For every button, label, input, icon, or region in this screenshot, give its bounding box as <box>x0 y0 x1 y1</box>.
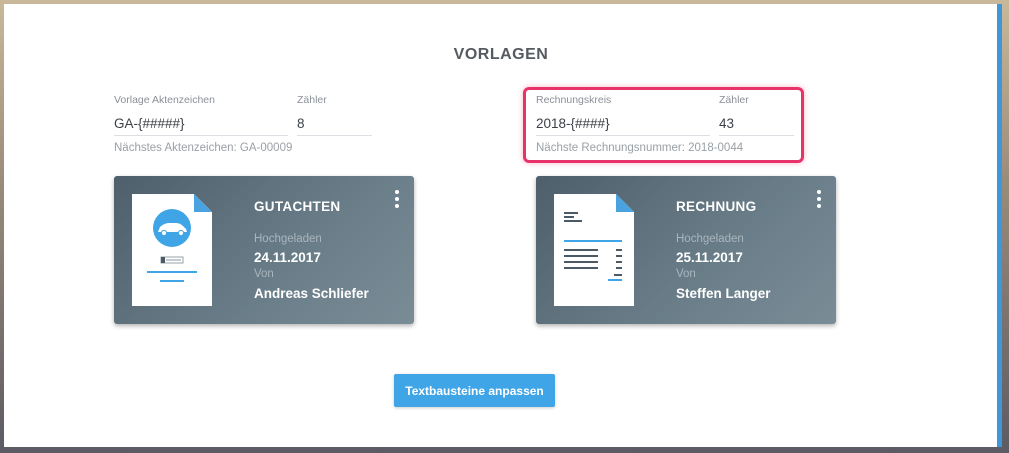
rechnungskreis-counter-label: Zähler <box>719 94 749 106</box>
author-name: Andreas Schliefer <box>254 286 369 301</box>
aktenzeichen-counter-input[interactable] <box>297 112 372 136</box>
uploaded-date: 25.11.2017 <box>676 250 743 265</box>
car-report-document-icon <box>132 194 212 306</box>
author-name: Steffen Langer <box>676 286 771 301</box>
author-label: Von <box>676 268 696 280</box>
more-options-icon[interactable] <box>816 190 822 208</box>
window-edge <box>997 4 1002 447</box>
invoice-document-icon <box>554 194 634 306</box>
rechnungskreis-input[interactable] <box>536 112 710 136</box>
more-options-icon[interactable] <box>394 190 400 208</box>
uploaded-date: 24.11.2017 <box>254 250 321 265</box>
aktenzeichen-hint: Nächstes Aktenzeichen: GA-00009 <box>114 142 293 154</box>
aktenzeichen-label: Vorlage Aktenzeichen <box>114 94 215 106</box>
uploaded-label: Hochgeladen <box>676 233 744 245</box>
template-card-rechnung[interactable]: RECHNUNG Hochgeladen 25.11.2017 Von Stef… <box>536 176 836 324</box>
template-card-gutachten[interactable]: GUTACHTEN Hochgeladen 24.11.2017 Von And… <box>114 176 414 324</box>
textbausteine-anpassen-button[interactable]: Textbausteine anpassen <box>394 374 555 407</box>
rechnungskreis-counter-input[interactable] <box>719 112 794 136</box>
uploaded-label: Hochgeladen <box>254 233 322 245</box>
card-title: RECHNUNG <box>676 199 757 214</box>
rechnungskreis-hint: Nächste Rechnungsnummer: 2018-0044 <box>536 142 744 154</box>
aktenzeichen-input[interactable] <box>114 112 288 136</box>
aktenzeichen-counter-label: Zähler <box>297 94 327 106</box>
author-label: Von <box>254 268 274 280</box>
rechnungskreis-label: Rechnungskreis <box>536 94 612 106</box>
card-title: GUTACHTEN <box>254 199 341 214</box>
page-title: VORLAGEN <box>453 46 549 63</box>
